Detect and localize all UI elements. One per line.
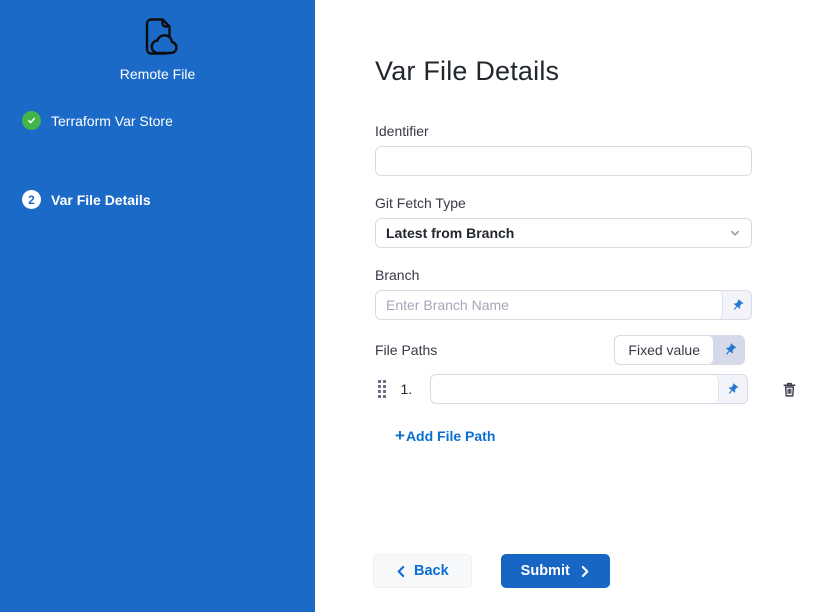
fixed-value-type-button[interactable]: Fixed value — [614, 335, 714, 365]
trash-icon — [781, 387, 798, 402]
identifier-input[interactable] — [375, 146, 752, 176]
chevron-left-icon — [396, 565, 405, 578]
submit-button[interactable]: Submit — [501, 554, 610, 588]
file-path-row-index: 1. — [401, 381, 416, 397]
file-path-row: 1. — [375, 374, 836, 404]
wizard-sidebar: Remote File Terraform Var Store 2 Var Fi… — [0, 0, 315, 612]
branch-field-group: Branch — [375, 267, 752, 320]
chevron-right-icon — [581, 565, 590, 578]
identifier-label: Identifier — [375, 123, 752, 139]
remote-file-label: Remote File — [120, 66, 195, 82]
branch-input-group — [375, 290, 752, 320]
file-paths-label: File Paths — [375, 342, 437, 358]
plus-icon: + — [395, 429, 405, 443]
step-label: Var File Details — [51, 192, 151, 208]
var-file-wizard: Remote File Terraform Var Store 2 Var Fi… — [0, 0, 836, 612]
wizard-footer-actions: Back Submit — [373, 554, 836, 588]
file-paths-runtime-pin-button[interactable] — [714, 335, 745, 365]
git-fetch-type-value: Latest from Branch — [386, 225, 514, 241]
identifier-field-group: Identifier — [375, 123, 752, 176]
chevron-down-icon — [729, 227, 741, 239]
branch-runtime-pin-button[interactable] — [723, 291, 751, 319]
back-button[interactable]: Back — [373, 554, 472, 588]
step-number-badge: 2 — [22, 190, 41, 209]
step-label: Terraform Var Store — [51, 113, 173, 129]
file-path-input-group — [430, 374, 748, 404]
git-fetch-type-select[interactable]: Latest from Branch — [375, 218, 752, 248]
file-paths-type-selector: Fixed value — [614, 335, 745, 365]
page-title: Var File Details — [375, 54, 836, 88]
pushpin-icon — [728, 296, 746, 314]
add-file-path-button[interactable]: + Add File Path — [395, 428, 495, 444]
sidebar-step-var-file-details[interactable]: 2 Var File Details — [22, 190, 151, 209]
git-fetch-type-label: Git Fetch Type — [375, 195, 752, 211]
remote-file-header: Remote File — [0, 13, 315, 82]
file-path-input[interactable] — [431, 375, 719, 403]
delete-file-path-button[interactable] — [781, 380, 798, 399]
file-path-runtime-pin-button[interactable] — [719, 375, 747, 403]
drag-handle-icon[interactable] — [378, 380, 386, 398]
back-button-label: Back — [414, 563, 449, 579]
submit-button-label: Submit — [521, 563, 570, 579]
var-file-details-panel: Var File Details Identifier Git Fetch Ty… — [315, 0, 836, 612]
file-cloud-icon — [134, 13, 182, 61]
branch-label: Branch — [375, 267, 752, 283]
check-icon — [22, 111, 41, 130]
pushpin-icon — [723, 380, 741, 398]
git-fetch-type-field-group: Git Fetch Type Latest from Branch — [375, 195, 752, 248]
add-file-path-label: Add File Path — [406, 428, 495, 444]
pushpin-icon — [720, 340, 740, 360]
branch-input[interactable] — [376, 291, 723, 319]
file-paths-header: File Paths Fixed value — [375, 335, 752, 365]
sidebar-step-terraform-var-store[interactable]: Terraform Var Store — [22, 111, 173, 130]
